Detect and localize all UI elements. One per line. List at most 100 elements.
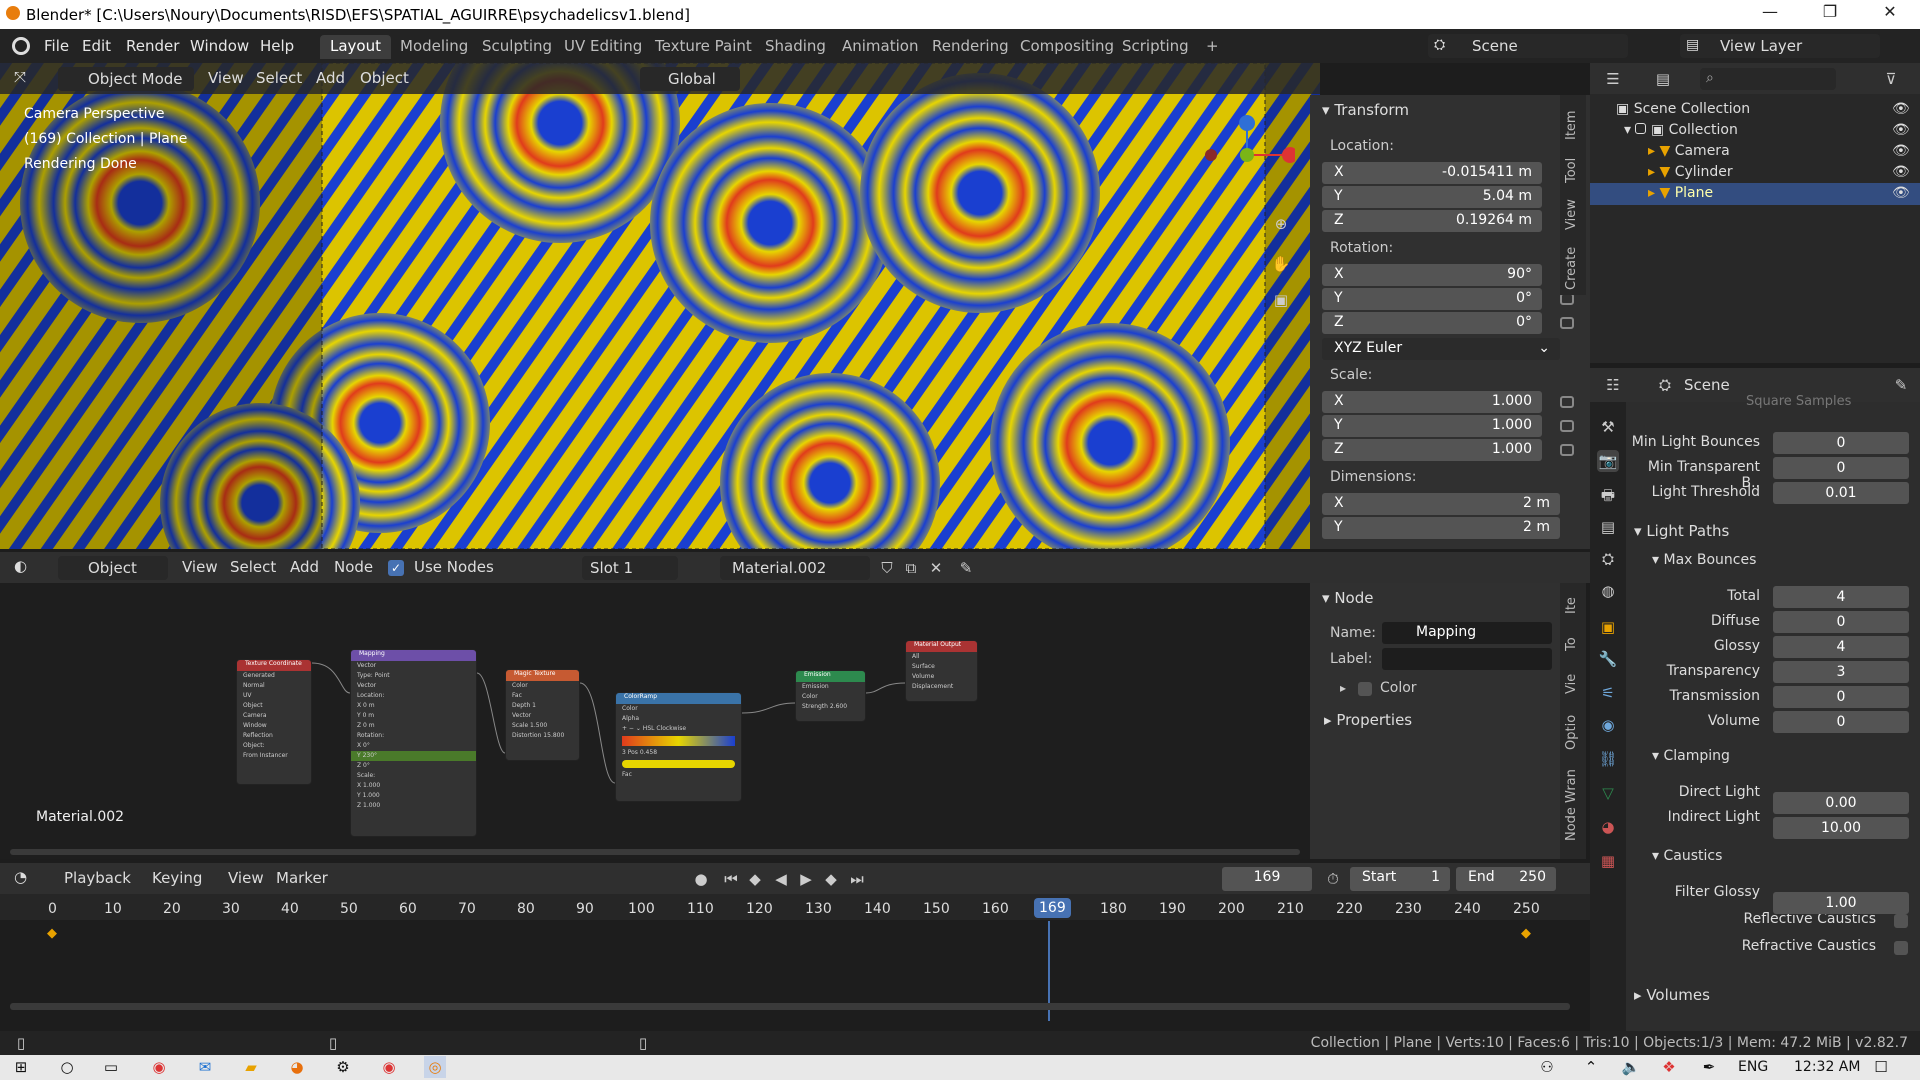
- keyframe-diamond-icon[interactable]: ◆: [1521, 926, 1531, 941]
- visibility-eye-icon[interactable]: 👁: [1892, 164, 1910, 180]
- constraints-tab-icon[interactable]: ⛓: [1597, 748, 1619, 770]
- windows-start-icon[interactable]: ⊞: [10, 1056, 32, 1078]
- node-menu-node[interactable]: Node: [328, 556, 379, 580]
- pin-icon[interactable]: ✎: [1890, 374, 1912, 396]
- editor-type-icon[interactable]: ◐: [14, 557, 27, 575]
- node-name-field[interactable]: Mapping: [1382, 622, 1552, 644]
- node-editor-scrollbar[interactable]: [10, 849, 1300, 855]
- timeline-editor-icon[interactable]: ◔: [14, 868, 27, 886]
- lock-icon[interactable]: [1560, 444, 1574, 456]
- close-button[interactable]: ✕: [1870, 2, 1910, 26]
- start-frame-field[interactable]: Start 1: [1350, 867, 1450, 891]
- render-tab-icon[interactable]: 📷: [1597, 450, 1619, 472]
- fake-user-icon[interactable]: ⛉: [876, 557, 898, 579]
- scene-tab-icon[interactable]: ⛭: [1597, 548, 1619, 570]
- firefox-icon[interactable]: ◕: [286, 1056, 308, 1078]
- visibility-eye-icon[interactable]: 👁: [1892, 143, 1910, 159]
- outliner-selected-row[interactable]: [1590, 183, 1920, 205]
- tab-animation[interactable]: Animation: [832, 35, 928, 59]
- outliner-item-cylinder[interactable]: ▸ ▼ Cylinder: [1648, 164, 1733, 180]
- direct-light-field[interactable]: 0.00: [1773, 792, 1909, 814]
- search-circle-icon[interactable]: ○: [56, 1056, 78, 1078]
- viewport-menu-object[interactable]: Object: [354, 67, 415, 91]
- rotation-x-field[interactable]: X 90°: [1322, 264, 1542, 286]
- node-mapping[interactable]: Mapping Vector Type: Point Vector Locati…: [350, 649, 477, 837]
- node-editor-canvas[interactable]: Texture Coordinate Generated Normal UV O…: [0, 583, 1310, 859]
- mail-icon[interactable]: ✉: [194, 1056, 216, 1078]
- tab-uv-editing[interactable]: UV Editing: [554, 35, 652, 59]
- stopwatch-icon[interactable]: ⏱: [1322, 868, 1344, 890]
- people-icon[interactable]: ⚇: [1536, 1056, 1558, 1078]
- tab-tool[interactable]: Tool: [1564, 153, 1579, 187]
- color-ramp-gradient[interactable]: [622, 736, 735, 746]
- clock[interactable]: 12:32 AM: [1794, 1059, 1860, 1075]
- data-tab-icon[interactable]: ▽: [1597, 782, 1619, 804]
- viewport-menu-add[interactable]: Add: [310, 67, 351, 91]
- outliner-item-scene-collection[interactable]: ▣ Scene Collection: [1616, 101, 1750, 117]
- tray-chevron-icon[interactable]: ⌃: [1580, 1056, 1602, 1078]
- view-layer-tab-icon[interactable]: ▤: [1597, 516, 1619, 538]
- language-indicator[interactable]: ENG: [1738, 1059, 1768, 1075]
- visibility-eye-icon[interactable]: 👁: [1892, 101, 1910, 117]
- lock-icon[interactable]: [1560, 396, 1574, 408]
- slot-dropdown[interactable]: Slot 1: [582, 556, 678, 580]
- jump-start-icon[interactable]: ⏮: [720, 868, 742, 890]
- 3d-viewport[interactable]: ⤧ Object Mode View Select Add Object Glo…: [0, 63, 1320, 549]
- tab-texture-paint[interactable]: Texture Paint: [645, 35, 762, 59]
- reflective-caustics-checkbox[interactable]: [1894, 914, 1908, 928]
- end-frame-field[interactable]: End 250: [1456, 867, 1556, 891]
- dimensions-y-field[interactable]: Y 2 m: [1322, 517, 1560, 539]
- current-frame-field[interactable]: 169: [1222, 867, 1312, 891]
- total-bounces-field[interactable]: 4: [1773, 586, 1909, 608]
- node-texture-coordinate[interactable]: Texture Coordinate Generated Normal UV O…: [236, 659, 312, 785]
- volume-icon[interactable]: 🔈: [1620, 1056, 1642, 1078]
- view-layer-selector[interactable]: ▤ View Layer: [1680, 34, 1880, 58]
- timeline-menu-view[interactable]: View: [222, 867, 270, 891]
- tab-scripting[interactable]: Scripting: [1112, 35, 1199, 59]
- duplicate-icon[interactable]: ⧉: [900, 557, 922, 579]
- tab-rendering[interactable]: Rendering: [922, 35, 1019, 59]
- glossy-bounces-field[interactable]: 4: [1773, 636, 1909, 658]
- node-menu-view[interactable]: View: [176, 556, 224, 580]
- caustics-header[interactable]: ▾ Caustics: [1652, 848, 1722, 864]
- timeline-menu-playback[interactable]: Playback: [58, 867, 137, 891]
- keyframe-diamond-icon[interactable]: ◆: [47, 926, 57, 941]
- lock-icon[interactable]: [1560, 420, 1574, 432]
- min-light-bounces-field[interactable]: 0: [1773, 432, 1909, 454]
- task-view-icon[interactable]: ▭: [100, 1056, 122, 1078]
- checkbox-icon[interactable]: [1635, 123, 1647, 134]
- texture-tab-icon[interactable]: ▦: [1597, 850, 1619, 872]
- output-tab-icon[interactable]: 🖶: [1597, 484, 1619, 506]
- world-tab-icon[interactable]: ◍: [1597, 580, 1619, 602]
- filter-glossy-field[interactable]: 1.00: [1773, 892, 1909, 914]
- pin-icon[interactable]: ✎: [955, 557, 977, 579]
- color-swatch[interactable]: [622, 760, 735, 768]
- tab-layout[interactable]: Layout: [320, 35, 391, 59]
- scale-z-field[interactable]: Z 1.000: [1322, 439, 1542, 461]
- tab-view[interactable]: View: [1564, 195, 1579, 235]
- tab-sculpting[interactable]: Sculpting: [472, 35, 562, 59]
- material-tab-icon[interactable]: ◕: [1597, 816, 1619, 838]
- display-mode-icon[interactable]: ▤: [1652, 68, 1674, 90]
- next-keyframe-icon[interactable]: ◆: [820, 868, 842, 890]
- viewport-menu-select[interactable]: Select: [250, 67, 308, 91]
- volume-bounces-field[interactable]: 0: [1773, 711, 1909, 733]
- menu-edit[interactable]: Edit: [82, 37, 111, 55]
- menu-render[interactable]: Render: [126, 37, 179, 55]
- rotation-z-field[interactable]: Z 0°: [1322, 312, 1542, 334]
- outliner-editor-icon[interactable]: ☰: [1602, 68, 1624, 90]
- dimensions-x-field[interactable]: X 2 m: [1322, 493, 1560, 515]
- pen-icon[interactable]: ✒: [1698, 1056, 1720, 1078]
- tab-options[interactable]: Optio: [1564, 709, 1579, 755]
- physics-tab-icon[interactable]: ◉: [1597, 714, 1619, 736]
- min-transparent-bounces-field[interactable]: 0: [1773, 457, 1909, 479]
- settings-gear-icon[interactable]: ⚙: [332, 1056, 354, 1078]
- visibility-eye-icon[interactable]: 👁: [1892, 122, 1910, 138]
- shader-type-dropdown[interactable]: Object: [58, 556, 168, 580]
- pan-hand-icon[interactable]: ✋: [1270, 253, 1292, 275]
- diffuse-bounces-field[interactable]: 0: [1773, 611, 1909, 633]
- blender-menu-icon[interactable]: [12, 37, 30, 55]
- transmission-bounces-field[interactable]: 0: [1773, 686, 1909, 708]
- scale-y-field[interactable]: Y 1.000: [1322, 415, 1542, 437]
- tab-item[interactable]: Ite: [1564, 591, 1579, 621]
